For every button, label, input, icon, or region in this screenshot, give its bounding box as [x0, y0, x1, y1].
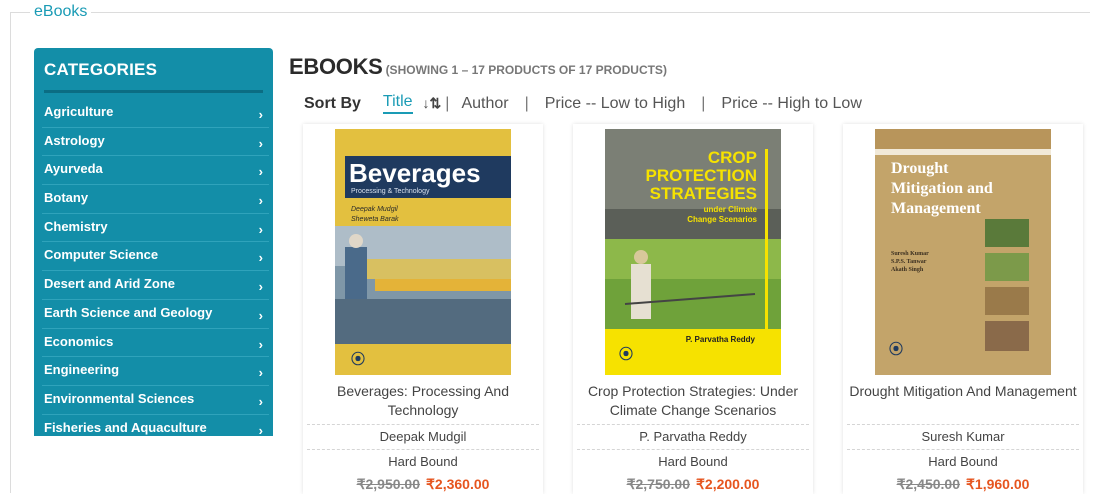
svg-text:⦿: ⦿	[351, 351, 365, 367]
sort-title-link[interactable]: Title	[382, 93, 413, 114]
book-cover-image[interactable]: Beverages Processing & Technology Deepak…	[335, 129, 511, 375]
category-label: Environmental Sciences	[44, 390, 195, 406]
category-item-fisheries[interactable]: Fisheries and Aquaculture ›	[42, 415, 269, 443]
product-author: Deepak Mudgil	[307, 424, 539, 449]
product-card[interactable]: Beverages Processing & Technology Deepak…	[303, 124, 543, 494]
category-label: Botany	[44, 190, 89, 206]
sort-price-high-link[interactable]: Price -- High to Low	[721, 95, 862, 113]
price-row: ₹2,950.00 ₹2,360.00	[303, 476, 543, 493]
svg-text:⦿: ⦿	[619, 346, 633, 362]
cover-title: Drought	[891, 160, 949, 177]
product-card[interactable]: CROP PROTECTION STRATEGIES under Climate…	[573, 124, 813, 494]
sort-author-link[interactable]: Author	[461, 95, 508, 113]
cover-title: STRATEGIES	[650, 184, 757, 203]
chevron-right-icon: ›	[258, 250, 263, 266]
category-item-chemistry[interactable]: Chemistry ›	[42, 214, 269, 243]
sort-price-low-link[interactable]: Price -- Low to High	[545, 95, 686, 113]
sidebar-title: CATEGORIES	[44, 60, 158, 79]
price-row: ₹2,750.00 ₹2,200.00	[573, 476, 813, 493]
category-item-agriculture[interactable]: Agriculture ›	[42, 99, 269, 128]
section-label: eBooks	[30, 3, 92, 21]
page-heading: EBOOKS (SHOWING 1 – 17 PRODUCTS OF 17 PRO…	[289, 54, 667, 80]
book-cover-image[interactable]: Drought Mitigation and Management Suresh…	[875, 129, 1051, 375]
product-count: (SHOWING 1 – 17 PRODUCTS OF 17 PRODUCTS)	[385, 63, 667, 77]
chevron-right-icon: ›	[258, 164, 263, 180]
sort-by-label: Sort By	[304, 94, 361, 112]
sort-bar: Sort By Title ↓⇅ | Author | Price -- Low to Hi…	[304, 93, 862, 114]
cover-title: Management	[891, 200, 981, 217]
product-title[interactable]: Beverages: Processing And Technology	[307, 382, 539, 420]
category-label: Astrology	[44, 132, 105, 148]
chevron-right-icon: ›	[258, 135, 263, 151]
cover-subtitle: Change Scenarios	[687, 215, 757, 224]
categories-sidebar: CATEGORIES Agriculture › Astrology › Ayurv…	[34, 48, 273, 438]
category-item-ayurveda[interactable]: Ayurveda ›	[42, 156, 269, 186]
category-item-botany[interactable]: Botany ›	[42, 185, 269, 214]
cover-subtitle: Processing & Technology	[351, 188, 430, 195]
price-old: ₹2,450.00	[896, 476, 960, 492]
cover-author: Akath Singh	[891, 267, 924, 273]
svg-text:⦿: ⦿	[889, 341, 903, 357]
category-item-earth-science[interactable]: Earth Science and Geology ›	[42, 300, 269, 329]
product-author: Suresh Kumar	[847, 424, 1079, 449]
sort-order-icon[interactable]: ↓⇅	[423, 95, 442, 112]
chevron-right-icon: ›	[258, 365, 263, 381]
chevron-right-icon: ›	[258, 307, 263, 323]
cover-author: S.P.S. Tanwar	[891, 259, 927, 265]
chevron-right-icon: ›	[258, 393, 263, 409]
category-item-economics[interactable]: Economics ›	[42, 329, 269, 358]
product-binding: Hard Bound	[847, 449, 1079, 474]
cover-title: Mitigation and	[891, 180, 993, 197]
product-card[interactable]: Drought Mitigation and Management Suresh…	[843, 124, 1083, 494]
book-cover-image[interactable]: CROP PROTECTION STRATEGIES under Climate…	[605, 129, 781, 375]
category-label: Ayurveda	[44, 161, 103, 177]
page-title: EBOOKS	[289, 54, 383, 79]
cover-title: Beverages	[349, 158, 481, 188]
chevron-right-icon: ›	[258, 193, 263, 209]
category-label: Desert and Arid Zone	[44, 276, 175, 292]
product-binding: Hard Bound	[577, 449, 809, 474]
cover-title: PROTECTION	[646, 166, 757, 185]
product-title[interactable]: Crop Protection Strategies: Under Climat…	[577, 382, 809, 420]
product-binding: Hard Bound	[307, 449, 539, 474]
category-list: Agriculture › Astrology › Ayurveda › Botany…	[34, 99, 273, 442]
category-item-astrology[interactable]: Astrology ›	[42, 128, 269, 157]
price-new: ₹2,360.00	[426, 476, 490, 492]
cover-title: CROP	[708, 148, 757, 167]
separator: |	[445, 94, 450, 112]
category-label: Earth Science and Geology	[44, 304, 213, 320]
category-label: Computer Science	[44, 247, 159, 263]
category-label: Agriculture	[44, 104, 114, 119]
category-label: Chemistry	[44, 218, 108, 234]
cover-author: Deepak Mudgil	[351, 206, 398, 213]
cover-subtitle: under Climate	[704, 205, 758, 214]
chevron-right-icon: ›	[258, 279, 263, 295]
category-label: Fisheries and Aquaculture	[44, 419, 207, 435]
category-label: Engineering	[44, 362, 120, 378]
price-new: ₹2,200.00	[696, 476, 760, 492]
category-item-desert-arid-zone[interactable]: Desert and Arid Zone ›	[42, 271, 269, 300]
category-item-computer-science[interactable]: Computer Science ›	[42, 242, 269, 272]
product-author: P. Parvatha Reddy	[577, 424, 809, 449]
category-item-engineering[interactable]: Engineering ›	[42, 357, 269, 386]
category-label: Economics	[44, 333, 114, 349]
chevron-right-icon: ›	[258, 221, 263, 237]
cover-author: Suresh Kumar	[891, 251, 929, 257]
chevron-right-icon: ›	[258, 422, 263, 438]
chevron-right-icon: ›	[258, 336, 263, 352]
price-old: ₹2,950.00	[356, 476, 420, 492]
category-item-environmental-sciences[interactable]: Environmental Sciences ›	[42, 386, 269, 415]
price-old: ₹2,750.00	[626, 476, 690, 492]
product-title[interactable]: Drought Mitigation And Management	[847, 382, 1079, 401]
separator: |	[701, 94, 706, 112]
separator: |	[524, 94, 529, 112]
price-new: ₹1,960.00	[966, 476, 1030, 492]
sidebar-divider	[44, 90, 263, 93]
cover-author: P. Parvatha Reddy	[686, 335, 756, 344]
chevron-right-icon: ›	[258, 107, 263, 122]
cover-author: Sheweta Barak	[351, 216, 399, 223]
price-row: ₹2,450.00 ₹1,960.00	[843, 476, 1083, 493]
